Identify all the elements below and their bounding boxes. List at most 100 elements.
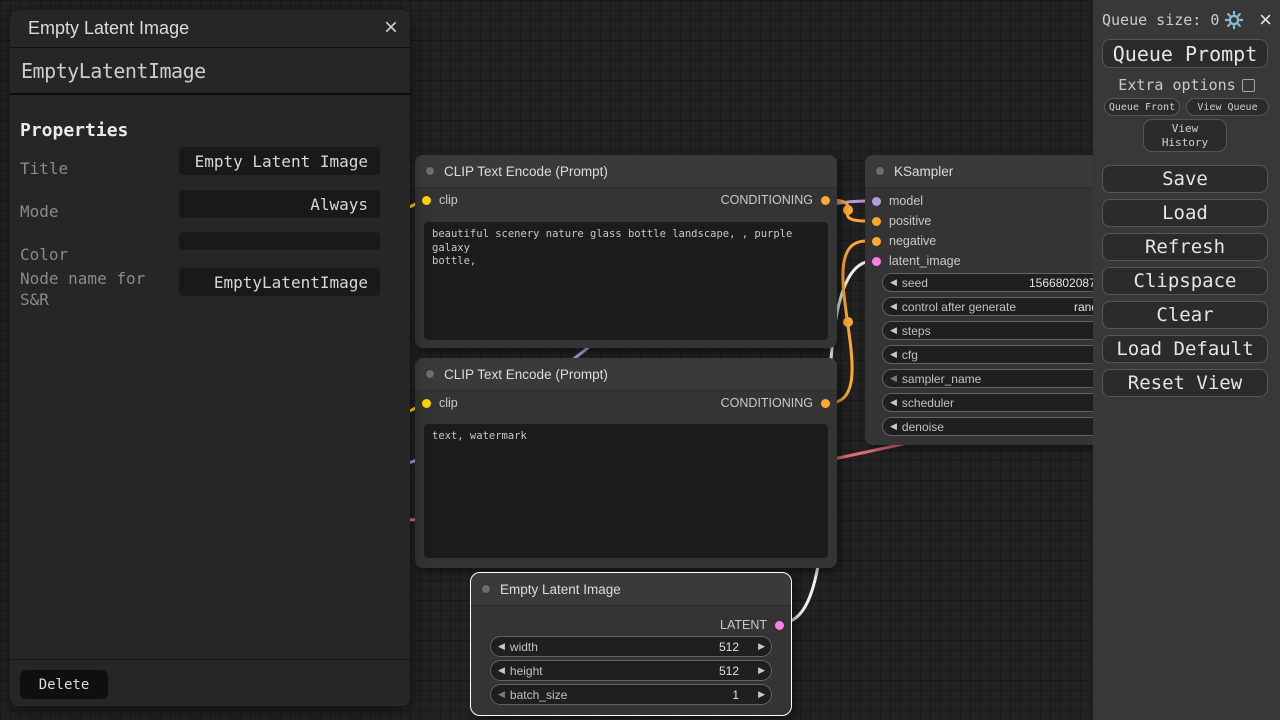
- extra-options-label: Extra options: [1118, 76, 1235, 94]
- output-slot-latent[interactable]: LATENT: [720, 618, 784, 632]
- mode-field[interactable]: Always: [179, 190, 380, 218]
- view-queue-button[interactable]: View Queue: [1186, 98, 1269, 116]
- prompt-textarea[interactable]: beautiful scenery nature glass bottle la…: [424, 222, 828, 340]
- view-history-button[interactable]: View History: [1143, 119, 1227, 152]
- node-header[interactable]: CLIP Text Encode (Prompt): [415, 155, 837, 188]
- decrement-arrow-icon[interactable]: ◀: [491, 689, 510, 700]
- decrement-arrow-icon[interactable]: ◀: [883, 325, 902, 336]
- field-label-node-name: Node name for S&R: [20, 268, 175, 310]
- refresh-button[interactable]: Refresh: [1102, 233, 1268, 261]
- load-default-button[interactable]: Load Default: [1102, 335, 1268, 363]
- input-slot-latent-image[interactable]: latent_image: [865, 251, 961, 271]
- conditioning-slot-icon[interactable]: [821, 399, 830, 408]
- clip-slot-icon[interactable]: [422, 399, 431, 408]
- queue-size-label: Queue size: 0: [1102, 11, 1219, 29]
- close-menu-icon[interactable]: ×: [1259, 9, 1272, 31]
- collapse-dot-icon[interactable]: [425, 166, 435, 176]
- input-slot-label: model: [889, 194, 923, 208]
- save-button[interactable]: Save: [1102, 165, 1268, 193]
- node-empty-latent-image[interactable]: Empty Latent Image LATENT ◀ width 512 ▶ …: [470, 572, 792, 716]
- increment-arrow-icon[interactable]: ▶: [758, 689, 765, 700]
- widget-label: steps: [902, 324, 931, 338]
- decrement-arrow-icon[interactable]: ◀: [883, 373, 902, 384]
- increment-arrow-icon[interactable]: ▶: [758, 665, 765, 676]
- latent-slot-icon[interactable]: [775, 621, 784, 630]
- widget-width[interactable]: ◀ width 512 ▶: [490, 636, 772, 657]
- color-field[interactable]: [179, 232, 380, 250]
- model-slot-icon[interactable]: [872, 197, 881, 206]
- input-slot-label: clip: [439, 396, 458, 410]
- conditioning-slot-icon[interactable]: [821, 196, 830, 205]
- prompt-textarea[interactable]: text, watermark: [424, 424, 828, 558]
- delete-button[interactable]: Delete: [20, 670, 108, 699]
- field-label-title: Title: [20, 158, 175, 179]
- input-slot-label: positive: [889, 214, 931, 228]
- output-slot-conditioning[interactable]: CONDITIONING: [721, 193, 830, 207]
- input-slot-label: clip: [439, 193, 458, 207]
- title-field-value: Empty Latent Image: [195, 152, 368, 171]
- widget-value[interactable]: 512: [719, 640, 739, 654]
- widget-batch-size[interactable]: ◀ batch_size 1 ▶: [490, 684, 772, 705]
- reset-view-button[interactable]: Reset View: [1102, 369, 1268, 397]
- mode-field-value: Always: [310, 195, 368, 214]
- collapse-dot-icon[interactable]: [875, 166, 885, 176]
- decrement-arrow-icon[interactable]: ◀: [883, 349, 902, 360]
- link-midpoint-dot: [843, 205, 853, 215]
- decrement-arrow-icon[interactable]: ◀: [883, 277, 902, 288]
- decrement-arrow-icon[interactable]: ◀: [883, 421, 902, 432]
- node-title: KSampler: [894, 164, 953, 179]
- settings-gear-icon[interactable]: [1225, 11, 1243, 29]
- field-label-color: Color: [20, 244, 175, 265]
- widget-value[interactable]: 1566802087: [1029, 276, 1096, 290]
- node-header[interactable]: Empty Latent Image: [471, 573, 791, 606]
- decrement-arrow-icon[interactable]: ◀: [883, 397, 902, 408]
- clear-button[interactable]: Clear: [1102, 301, 1268, 329]
- node-clip-text-encode-positive[interactable]: CLIP Text Encode (Prompt) clip CONDITION…: [415, 155, 837, 348]
- conditioning-slot-icon[interactable]: [872, 237, 881, 246]
- title-field[interactable]: Empty Latent Image: [179, 147, 380, 175]
- input-slot-positive[interactable]: positive: [865, 211, 961, 231]
- queue-prompt-button[interactable]: Queue Prompt: [1102, 39, 1268, 68]
- panel-title: Empty Latent Image: [28, 18, 189, 39]
- node-title: CLIP Text Encode (Prompt): [444, 367, 608, 382]
- widget-label: scheduler: [902, 396, 954, 410]
- decrement-arrow-icon[interactable]: ◀: [491, 665, 510, 676]
- widget-value[interactable]: 512: [719, 664, 739, 678]
- node-type-name: EmptyLatentImage: [21, 59, 206, 83]
- input-slot-clip[interactable]: clip: [422, 396, 458, 410]
- close-icon[interactable]: ×: [384, 14, 398, 42]
- clipspace-button[interactable]: Clipspace: [1102, 267, 1268, 295]
- properties-section-title: Properties: [20, 120, 128, 141]
- input-slot-negative[interactable]: negative: [865, 231, 961, 251]
- widget-label: control after generate: [902, 300, 1016, 314]
- node-name-field[interactable]: EmptyLatentImage: [179, 268, 380, 296]
- collapse-dot-icon[interactable]: [481, 584, 491, 594]
- input-slot-label: latent_image: [889, 254, 961, 268]
- node-title: Empty Latent Image: [500, 582, 621, 597]
- widget-label: height: [510, 664, 543, 678]
- link-midpoint-dot: [843, 317, 853, 327]
- output-slot-label: LATENT: [720, 618, 767, 632]
- latent-slot-icon[interactable]: [872, 257, 881, 266]
- input-slot-label: negative: [889, 234, 936, 248]
- decrement-arrow-icon[interactable]: ◀: [883, 301, 902, 312]
- input-slot-clip[interactable]: clip: [422, 193, 458, 207]
- clip-slot-icon[interactable]: [422, 196, 431, 205]
- queue-front-button[interactable]: Queue Front: [1104, 98, 1180, 116]
- extra-options-checkbox[interactable]: [1242, 79, 1255, 92]
- node-header[interactable]: CLIP Text Encode (Prompt): [415, 358, 837, 391]
- decrement-arrow-icon[interactable]: ◀: [491, 641, 510, 652]
- widget-value[interactable]: 1: [732, 688, 739, 702]
- widget-height[interactable]: ◀ height 512 ▶: [490, 660, 772, 681]
- increment-arrow-icon[interactable]: ▶: [758, 641, 765, 652]
- collapse-dot-icon[interactable]: [425, 369, 435, 379]
- node-clip-text-encode-negative[interactable]: CLIP Text Encode (Prompt) clip CONDITION…: [415, 358, 837, 568]
- node-name-field-value: EmptyLatentImage: [214, 273, 368, 292]
- node-title: CLIP Text Encode (Prompt): [444, 164, 608, 179]
- divider: [10, 659, 410, 660]
- output-slot-conditioning[interactable]: CONDITIONING: [721, 396, 830, 410]
- widget-label: sampler_name: [902, 372, 981, 386]
- input-slot-model[interactable]: model: [865, 191, 961, 211]
- load-button[interactable]: Load: [1102, 199, 1268, 227]
- conditioning-slot-icon[interactable]: [872, 217, 881, 226]
